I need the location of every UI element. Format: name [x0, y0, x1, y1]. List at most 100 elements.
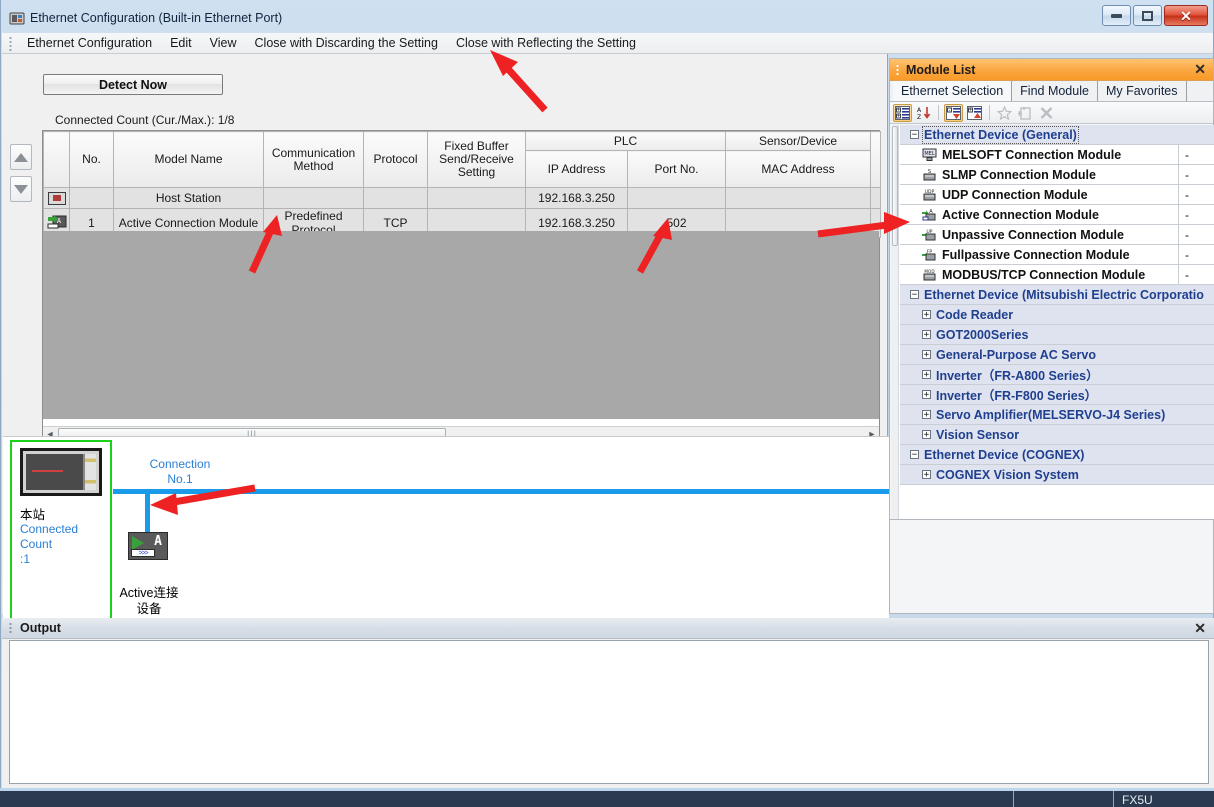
- cell-ip-address[interactable]: 192.168.3.250: [526, 188, 628, 209]
- menu-ethernet-configuration[interactable]: Ethernet Configuration: [18, 34, 161, 53]
- cell-fixed-buffer[interactable]: [428, 188, 526, 209]
- collapse-toggle-icon[interactable]: −: [910, 450, 919, 459]
- maximize-icon: [1142, 11, 1153, 21]
- menu-label: View: [210, 36, 237, 50]
- tree-item-active-connection-module[interactable]: A Active Connection Module -: [900, 205, 1214, 225]
- menu-close-discarding[interactable]: Close with Discarding the Setting: [246, 34, 447, 53]
- display-outline-button[interactable]: +: [965, 104, 984, 122]
- expand-toggle-icon[interactable]: +: [922, 470, 931, 479]
- cell-model-name[interactable]: Host Station: [114, 188, 264, 209]
- move-up-button[interactable]: [10, 144, 32, 170]
- module-list-detail-area: [889, 520, 1214, 614]
- table-row[interactable]: Host Station 192.168.3.250: [44, 188, 881, 209]
- maximize-button[interactable]: [1133, 5, 1162, 26]
- fullpassive-module-icon: FP: [922, 248, 937, 261]
- favorite-star-button[interactable]: [995, 104, 1014, 122]
- tab-ethernet-selection[interactable]: Ethernet Selection: [893, 81, 1012, 101]
- tree-item-general-purpose-ac-servo[interactable]: + General-Purpose AC Servo: [900, 345, 1214, 365]
- cell-communication-method[interactable]: [264, 188, 364, 209]
- header-communication-method[interactable]: Communication Method: [264, 132, 364, 188]
- tree-item-inverter-fr-f800[interactable]: + Inverter（FR-F800 Series）: [900, 385, 1214, 405]
- cell-no[interactable]: [70, 188, 114, 209]
- tree-item-unpassive-connection-module[interactable]: UP Unpassive Connection Module -: [900, 225, 1214, 245]
- delete-button[interactable]: [1037, 104, 1056, 122]
- panel-grip-icon[interactable]: [894, 63, 902, 77]
- menu-grip-icon[interactable]: [6, 35, 15, 51]
- output-grip-icon[interactable]: [7, 621, 15, 635]
- display-filter-button[interactable]: -: [944, 104, 963, 122]
- detect-now-button[interactable]: Detect Now: [43, 74, 223, 95]
- cell-mac-address[interactable]: [726, 188, 871, 209]
- header-spacer: [871, 132, 881, 188]
- delete-x-icon: [1039, 106, 1054, 120]
- expand-toggle-icon[interactable]: +: [922, 350, 931, 359]
- tree-item-fullpassive-connection-module[interactable]: FP Fullpassive Connection Module -: [900, 245, 1214, 265]
- module-list-close-button[interactable]: ✕: [1194, 61, 1206, 77]
- module-list-tabs: Ethernet Selection Find Module My Favori…: [890, 81, 1213, 102]
- window-controls: ✕: [1102, 5, 1208, 26]
- tree-item-inverter-fr-a800[interactable]: + Inverter（FR-A800 Series）: [900, 365, 1214, 385]
- expand-toggle-icon[interactable]: +: [922, 430, 931, 439]
- active-device-label: Active连接 设备: [103, 585, 195, 617]
- expand-toggle-icon[interactable]: +: [922, 410, 931, 419]
- menu-edit[interactable]: Edit: [161, 34, 201, 53]
- tree-item-code-reader[interactable]: + Code Reader: [900, 305, 1214, 325]
- tree-item-udp-connection-module[interactable]: UDP UDP Connection Module -: [900, 185, 1214, 205]
- ethernet-configuration-window: Ethernet Configuration (Built-in Etherne…: [0, 0, 1214, 807]
- tree-item-melsoft-connection-module[interactable]: MEL MELSOFT Connection Module -: [900, 145, 1214, 165]
- output-close-button[interactable]: ✕: [1194, 620, 1206, 636]
- plc-terminal: [83, 454, 96, 490]
- tree-item-vision-sensor[interactable]: + Vision Sensor: [900, 425, 1214, 445]
- tree-item-cognex-vision-system[interactable]: + COGNEX Vision System: [900, 465, 1214, 485]
- tab-find-module[interactable]: Find Module: [1012, 81, 1098, 101]
- tree-item-servo-amplifier-melservo-j4[interactable]: + Servo Amplifier(MELSERVO-J4 Series): [900, 405, 1214, 425]
- svg-text:A: A: [917, 107, 922, 114]
- expand-toggle-icon[interactable]: +: [922, 370, 931, 379]
- tree-group-ethernet-device-general[interactable]: − Ethernet Device (General): [900, 125, 1214, 145]
- tree-item-got2000series[interactable]: + GOT2000Series: [900, 325, 1214, 345]
- close-button[interactable]: ✕: [1164, 5, 1208, 26]
- header-protocol[interactable]: Protocol: [364, 132, 428, 188]
- add-to-favorites-button[interactable]: [1016, 104, 1035, 122]
- cell-port-no[interactable]: [628, 188, 726, 209]
- header-port-no[interactable]: Port No.: [628, 151, 726, 188]
- tree-group-ethernet-device-mitsubishi[interactable]: − Ethernet Device (Mitsubishi Electric C…: [900, 285, 1214, 305]
- tree-group-ethernet-device-cognex[interactable]: − Ethernet Device (COGNEX): [900, 445, 1214, 465]
- expand-toggle-icon[interactable]: +: [922, 330, 931, 339]
- cell-protocol[interactable]: [364, 188, 428, 209]
- active-device-label-line1: Active连接: [103, 585, 195, 601]
- menu-label: Edit: [170, 36, 192, 50]
- move-down-button[interactable]: [10, 176, 32, 202]
- expand-all-button[interactable]: + +: [893, 104, 912, 122]
- header-ip-address[interactable]: IP Address: [526, 151, 628, 188]
- module-tree-scroll-thumb[interactable]: [892, 126, 898, 246]
- tree-item-slmp-connection-module[interactable]: S SLMP Connection Module -: [900, 165, 1214, 185]
- expand-toggle-icon[interactable]: +: [922, 390, 931, 399]
- header-fixed-buffer[interactable]: Fixed Buffer Send/Receive Setting: [428, 132, 526, 188]
- header-model-name[interactable]: Model Name: [114, 132, 264, 188]
- tab-my-favorites[interactable]: My Favorites: [1098, 81, 1187, 101]
- module-tree-scrollbar[interactable]: [891, 125, 899, 519]
- tree-value: -: [1178, 245, 1214, 264]
- table-group-header-row: No. Model Name Communication Method Prot…: [44, 132, 881, 151]
- header-no[interactable]: No.: [70, 132, 114, 188]
- sort-az-button[interactable]: A Z: [914, 104, 933, 122]
- table-empty-area: [43, 231, 879, 419]
- svg-text:+: +: [897, 113, 900, 119]
- status-bar-top-line: [0, 788, 1214, 791]
- minimize-button[interactable]: [1102, 5, 1131, 26]
- title-bar: Ethernet Configuration (Built-in Etherne…: [1, 0, 1213, 34]
- menu-view[interactable]: View: [201, 34, 246, 53]
- header-mac-address[interactable]: MAC Address: [726, 151, 871, 188]
- menu-close-reflecting[interactable]: Close with Reflecting the Setting: [447, 34, 645, 53]
- tree-item-modbus-tcp-connection-module[interactable]: MOD MODBUS/TCP Connection Module -: [900, 265, 1214, 285]
- group-header-plc: PLC: [526, 132, 726, 151]
- collapse-toggle-icon[interactable]: −: [910, 290, 919, 299]
- output-content[interactable]: [9, 640, 1209, 784]
- expand-toggle-icon[interactable]: +: [922, 310, 931, 319]
- tree-label: Ethernet Device (Mitsubishi Electric Cor…: [924, 288, 1204, 302]
- active-connection-device-node[interactable]: A >>>: [128, 532, 168, 560]
- tree-value: -: [1178, 225, 1214, 244]
- tree-label: Servo Amplifier(MELSERVO-J4 Series): [936, 408, 1165, 422]
- collapse-toggle-icon[interactable]: −: [910, 130, 919, 139]
